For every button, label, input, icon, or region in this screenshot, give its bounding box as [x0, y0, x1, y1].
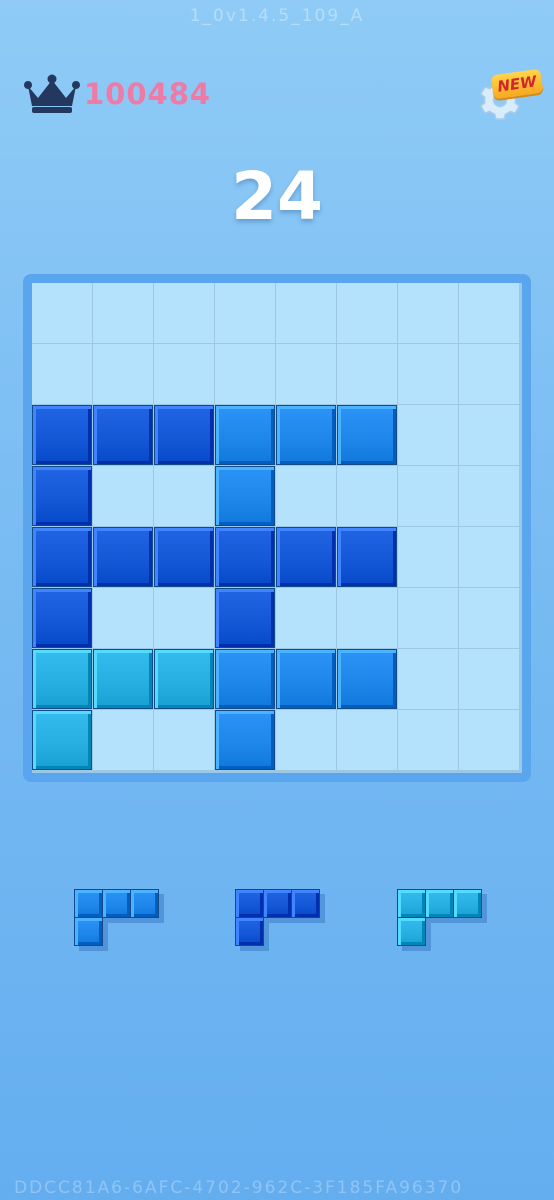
board-grid	[32, 283, 522, 773]
piece-block	[397, 889, 426, 918]
empty-cell[interactable]	[215, 344, 275, 404]
filled-cell[interactable]	[32, 588, 92, 648]
version-label: 1_0v1.4.5_109_A	[189, 6, 365, 26]
empty-cell[interactable]	[93, 283, 153, 343]
empty-cell[interactable]	[93, 588, 153, 648]
empty-cell[interactable]	[398, 283, 458, 343]
empty-cell[interactable]	[398, 344, 458, 404]
empty-cell[interactable]	[276, 466, 336, 526]
filled-cell[interactable]	[215, 527, 275, 587]
empty-cell[interactable]	[337, 588, 397, 648]
filled-cell[interactable]	[32, 649, 92, 709]
empty-cell[interactable]	[398, 649, 458, 709]
filled-cell[interactable]	[337, 405, 397, 465]
filled-cell[interactable]	[215, 405, 275, 465]
piece-block	[74, 889, 103, 918]
filled-cell[interactable]	[32, 466, 92, 526]
filled-cell[interactable]	[93, 405, 153, 465]
piece-block	[130, 889, 159, 918]
empty-cell[interactable]	[276, 710, 336, 770]
empty-cell[interactable]	[337, 466, 397, 526]
filled-cell[interactable]	[32, 527, 92, 587]
empty-cell[interactable]	[337, 344, 397, 404]
empty-cell[interactable]	[154, 344, 214, 404]
filled-cell[interactable]	[276, 527, 336, 587]
filled-cell[interactable]	[93, 527, 153, 587]
empty-cell[interactable]	[459, 405, 519, 465]
filled-cell[interactable]	[32, 405, 92, 465]
empty-cell[interactable]	[32, 344, 92, 404]
empty-cell[interactable]	[276, 283, 336, 343]
filled-cell[interactable]	[93, 649, 153, 709]
empty-cell[interactable]	[459, 588, 519, 648]
empty-cell[interactable]	[154, 283, 214, 343]
empty-cell[interactable]	[459, 283, 519, 343]
piece-block	[453, 889, 482, 918]
filled-cell[interactable]	[32, 710, 92, 770]
empty-cell[interactable]	[337, 283, 397, 343]
empty-cell[interactable]	[459, 527, 519, 587]
piece-block	[425, 889, 454, 918]
filled-cell[interactable]	[337, 649, 397, 709]
empty-cell[interactable]	[93, 710, 153, 770]
empty-cell[interactable]	[459, 649, 519, 709]
piece-block	[235, 917, 264, 946]
empty-cell[interactable]	[398, 405, 458, 465]
empty-cell[interactable]	[215, 283, 275, 343]
best-score-value: 100484	[84, 77, 212, 111]
empty-cell[interactable]	[337, 710, 397, 770]
filled-cell[interactable]	[215, 588, 275, 648]
filled-cell[interactable]	[276, 649, 336, 709]
filled-cell[interactable]	[337, 527, 397, 587]
new-badge: NEW	[490, 68, 544, 100]
piece-block	[74, 917, 103, 946]
filled-cell[interactable]	[154, 405, 214, 465]
filled-cell[interactable]	[215, 649, 275, 709]
filled-cell[interactable]	[154, 649, 214, 709]
empty-cell[interactable]	[32, 283, 92, 343]
filled-cell[interactable]	[154, 527, 214, 587]
device-id: DDCC81A6-6AFC-4702-962C-3F185FA96370	[14, 1178, 464, 1198]
crown-icon	[24, 74, 80, 113]
empty-cell[interactable]	[276, 344, 336, 404]
empty-cell[interactable]	[398, 466, 458, 526]
filled-cell[interactable]	[276, 405, 336, 465]
empty-cell[interactable]	[459, 466, 519, 526]
empty-cell[interactable]	[398, 527, 458, 587]
empty-cell[interactable]	[154, 710, 214, 770]
empty-cell[interactable]	[93, 344, 153, 404]
piece-block	[102, 889, 131, 918]
empty-cell[interactable]	[93, 466, 153, 526]
filled-cell[interactable]	[215, 466, 275, 526]
settings-button[interactable]: NEW	[478, 68, 544, 126]
empty-cell[interactable]	[459, 710, 519, 770]
empty-cell[interactable]	[459, 344, 519, 404]
filled-cell[interactable]	[215, 710, 275, 770]
game-board[interactable]	[23, 274, 531, 782]
piece-block	[397, 917, 426, 946]
empty-cell[interactable]	[154, 588, 214, 648]
current-score: 24	[231, 158, 323, 235]
empty-cell[interactable]	[154, 466, 214, 526]
empty-cell[interactable]	[398, 710, 458, 770]
best-score: 100484	[24, 74, 211, 114]
piece-block	[235, 889, 264, 918]
empty-cell[interactable]	[398, 588, 458, 648]
empty-cell[interactable]	[276, 588, 336, 648]
piece-block	[291, 889, 320, 918]
piece-block	[263, 889, 292, 918]
